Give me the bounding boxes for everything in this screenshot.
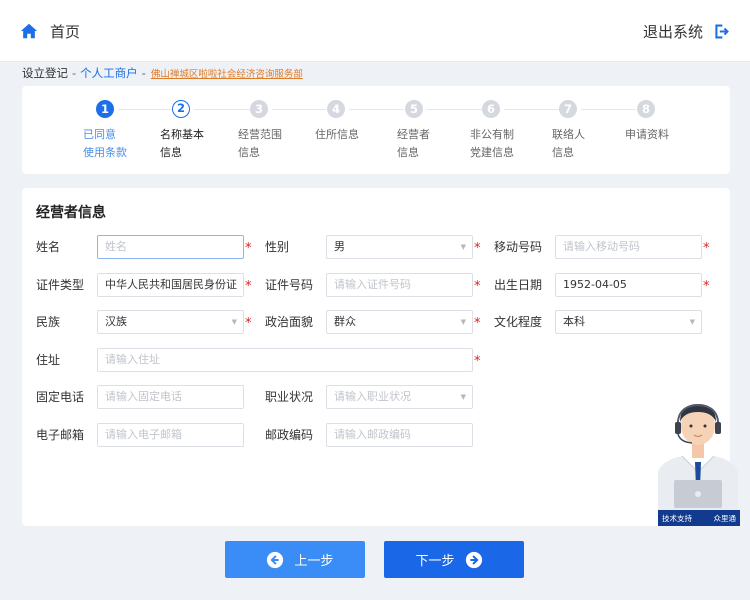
gender-label: 性别 [265,240,290,254]
landline-label: 固定电话 [36,390,85,404]
occupation-select[interactable]: 请输入职业状况 ▼ [326,385,473,409]
occupation-label: 职业状况 [265,390,314,404]
ethnicity-label: 民族 [36,315,61,329]
landline-input[interactable]: 请输入固定电话 [97,385,244,409]
step-number: 2 [172,100,190,118]
id-number-label: 证件号码 [265,278,314,292]
education-select[interactable]: 本科 ▼ [555,310,702,334]
postcode-input[interactable]: 请输入邮政编码 [326,423,473,447]
required-mark: * [245,316,252,331]
breadcrumb: 设立登记 - 个人工商户 - 佛山禅城区啦啦社会经济咨询服务部 [22,64,303,82]
next-step-label: 下一步 [415,554,455,569]
step-label: 经营者 信息 [397,128,430,159]
required-mark: * [245,241,252,256]
step-connector [427,109,482,110]
top-bar: 首页 退出系统 [0,0,750,62]
step-label: 联络人 信息 [552,128,585,159]
breadcrumb-business-type[interactable]: 个人工商户 [80,65,138,81]
id-type-select[interactable]: 中华人民共和国居民身份证 [97,273,244,297]
required-mark: * [703,241,710,256]
step-connector [118,109,172,110]
ethnicity-select[interactable]: 汉族 ▼ [97,310,244,334]
address-label: 住址 [36,353,61,367]
step-number: 1 [96,100,114,118]
political-status-label: 政治面貌 [265,315,314,329]
caret-down-icon: ▼ [460,243,466,251]
id-type-label: 证件类型 [36,278,85,292]
birth-date-input[interactable]: 1952-04-05 [555,273,702,297]
caret-down-icon: ▼ [460,318,466,326]
customer-support-widget[interactable]: 技术支持 众里通 [654,398,742,528]
required-mark: * [245,279,252,294]
step-number: 4 [327,100,345,118]
id-number-input[interactable]: 请输入证件号码 [326,273,473,297]
step-label: 申请资料 [625,128,669,141]
political-status-select[interactable]: 群众 ▼ [326,310,473,334]
breadcrumb-root: 设立登记 [22,66,68,80]
caret-down-icon: ▼ [460,393,466,401]
support-label: 技术支持 [662,513,692,523]
caret-down-icon: ▼ [231,318,237,326]
political-status-value: 群众 [334,315,356,328]
home-icon [20,23,38,39]
step-label: 经营范围 信息 [238,128,282,159]
email-input[interactable]: 请输入电子邮箱 [97,423,244,447]
postcode-label: 邮政编码 [265,428,314,442]
arrow-left-circle-icon [267,551,284,568]
support-brand: 众里通 [713,513,737,523]
gender-value: 男 [334,240,345,253]
occupation-placeholder: 请输入职业状况 [334,390,411,403]
logout-label: 退出系统 [642,22,703,41]
mobile-input[interactable]: 请输入移动号码 [555,235,702,259]
step-label: 住所信息 [315,128,359,141]
name-input[interactable]: 姓名 [97,235,244,259]
required-mark: * [474,354,481,369]
next-step-button[interactable]: 下一步 [384,541,524,578]
required-mark: * [474,241,481,256]
step-connector [581,109,636,110]
education-label: 文化程度 [494,315,543,329]
step-label: 名称基本 信息 [160,128,204,159]
required-mark: * [474,316,481,331]
caret-down-icon: ▼ [689,318,695,326]
required-mark: * [703,279,710,294]
breadcrumb-separator: - [141,66,146,80]
step-connector [194,109,250,110]
previous-step-button[interactable]: 上一步 [225,541,365,578]
step-number: 3 [250,100,268,118]
birth-date-label: 出生日期 [494,278,543,292]
arrow-right-circle-icon [465,551,482,568]
ethnicity-value: 汉族 [105,315,127,328]
home-label: 首页 [50,22,81,41]
step-number: 7 [559,100,577,118]
previous-step-label: 上一步 [294,554,334,569]
step-number: 6 [482,100,500,118]
step-progress: 1 已同意 使用条款 2 名称基本 信息 3 经营范围 信息 4 住所信息 5 经营者… [22,86,730,174]
operator-info-card: 经营者信息 姓名 姓名 * 性别 男 ▼ * 移动号码 请输入移动号码 * 证件… [22,188,730,526]
step-number: 5 [405,100,423,118]
home-link[interactable]: 首页 [20,20,80,42]
step-connector [349,109,404,110]
section-title: 经营者信息 [36,205,106,221]
breadcrumb-business-name[interactable]: 佛山禅城区啦啦社会经济咨询服务部 [151,66,303,80]
gender-select[interactable]: 男 ▼ [326,235,473,259]
address-input[interactable]: 请输入住址 [97,348,473,372]
support-bar[interactable]: 技术支持 众里通 [658,510,740,526]
breadcrumb-separator: - [72,66,77,80]
step-label: 非公有制 党建信息 [470,128,514,159]
step-label: 已同意 使用条款 [83,128,127,159]
mobile-label: 移动号码 [494,240,543,254]
email-label: 电子邮箱 [36,428,85,442]
step-number: 8 [637,100,655,118]
step-connector [272,109,326,110]
required-mark: * [474,279,481,294]
education-value: 本科 [563,315,585,328]
step-connector [504,109,559,110]
name-label: 姓名 [36,240,61,254]
support-agent-illustration [658,403,738,510]
logout-button[interactable]: 退出系统 [643,20,730,42]
logout-icon [715,24,729,38]
